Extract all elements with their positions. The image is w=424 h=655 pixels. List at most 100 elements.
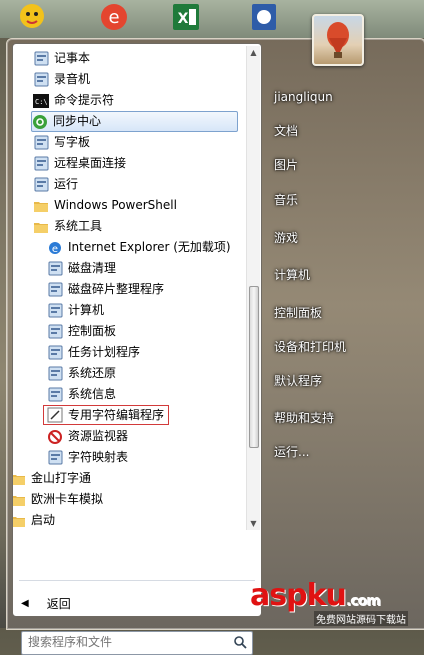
divider xyxy=(19,580,255,581)
program-item[interactable]: e Internet Explorer (无加载项) xyxy=(47,237,231,258)
svg-text:C:\: C:\ xyxy=(35,98,48,106)
right-menu-item[interactable]: 文档 xyxy=(274,121,298,141)
program-item[interactable]: 欧洲卡车模拟 xyxy=(13,489,103,510)
ie-icon: e xyxy=(47,240,63,256)
svg-text:X: X xyxy=(178,11,189,27)
svg-text:e: e xyxy=(52,244,58,255)
program-item-label: 命令提示符 xyxy=(54,93,115,107)
right-menu-item[interactable]: 音乐 xyxy=(274,190,298,210)
program-item-label: 欧洲卡车模拟 xyxy=(31,492,104,506)
folder-icon xyxy=(13,492,26,508)
cmd-icon: C:\ xyxy=(33,93,49,109)
program-item-label: 专用字符编辑程序 xyxy=(68,407,165,422)
search-input[interactable] xyxy=(22,632,229,652)
program-item[interactable]: Windows PowerShell xyxy=(33,195,177,216)
disk-cleanup-icon xyxy=(47,261,63,277)
right-menu-item[interactable]: 默认程序 xyxy=(274,371,322,391)
right-menu-item[interactable]: 控制面板 xyxy=(274,303,322,323)
wordpad-icon xyxy=(33,135,49,151)
folder-icon xyxy=(13,513,26,529)
folder-icon xyxy=(33,219,49,235)
program-item-label: Windows PowerShell xyxy=(54,198,177,212)
qq-pet-icon[interactable] xyxy=(14,0,50,34)
program-item-label: 计算机 xyxy=(68,303,105,317)
program-item[interactable]: 磁盘清理 xyxy=(47,258,116,279)
program-item[interactable]: 系统信息 xyxy=(47,384,116,405)
program-item[interactable]: 运行 xyxy=(33,174,78,195)
folder-icon xyxy=(33,198,49,214)
program-item-label: 任务计划程序 xyxy=(68,345,141,359)
scroll-down-arrow-icon[interactable]: ▼ xyxy=(249,519,258,528)
program-item-label: 系统工具 xyxy=(54,219,103,233)
scroll-up-arrow-icon[interactable]: ▲ xyxy=(249,48,258,57)
program-item-label: 磁盘清理 xyxy=(68,261,117,275)
right-menu-item[interactable]: 图片 xyxy=(274,155,298,175)
char-editor-icon xyxy=(47,407,63,423)
user-avatar[interactable] xyxy=(312,14,364,66)
program-item-label: 远程桌面连接 xyxy=(54,156,127,170)
program-item[interactable]: C:\ 命令提示符 xyxy=(33,90,114,111)
defrag-icon xyxy=(47,282,63,298)
program-item-label: 写字板 xyxy=(54,135,91,149)
program-item[interactable]: 磁盘碎片整理程序 xyxy=(47,279,164,300)
right-menu-item[interactable]: jiangliqun xyxy=(274,87,333,107)
program-item[interactable]: 系统工具 xyxy=(33,216,102,237)
app-desktop-icon[interactable] xyxy=(246,0,282,34)
program-item-label: 系统还原 xyxy=(68,366,117,380)
right-menu-item[interactable]: 计算机 xyxy=(274,265,310,285)
program-item-label: 录音机 xyxy=(54,72,91,86)
right-menu-item[interactable]: 设备和打印机 xyxy=(274,337,346,357)
right-menu-item[interactable]: 帮助和支持 xyxy=(274,408,334,428)
programs-pane: 记事本录音机 C:\ 命令提示符同步中心写字板远程桌面连接 运行 Windows Pow… xyxy=(12,43,262,655)
program-item-label: 启动 xyxy=(31,513,56,527)
right-menu-item[interactable]: 运行... xyxy=(274,442,309,462)
program-item[interactable]: 字符映射表 xyxy=(47,447,128,468)
svg-text:e: e xyxy=(108,7,119,28)
program-item-label: 磁盘碎片整理程序 xyxy=(68,282,165,296)
resource-monitor-icon xyxy=(47,429,63,445)
back-button[interactable]: ◀ 返回 xyxy=(21,593,71,613)
microphone-icon xyxy=(33,72,49,88)
program-item[interactable]: 任务计划程序 xyxy=(47,342,140,363)
program-item[interactable]: 记事本 xyxy=(33,48,90,69)
program-item-label: 控制面板 xyxy=(68,324,117,338)
program-item-label: 同步中心 xyxy=(53,114,102,128)
ie-desktop-icon[interactable]: e xyxy=(96,0,132,34)
program-item[interactable]: 系统还原 xyxy=(47,363,116,384)
search-box[interactable] xyxy=(21,631,253,655)
remote-desktop-icon xyxy=(33,156,49,172)
program-item-label: 字符映射表 xyxy=(68,450,129,464)
program-item-label: 记事本 xyxy=(54,51,91,65)
program-item-label: 运行 xyxy=(54,177,79,191)
search-icon[interactable] xyxy=(233,635,247,649)
back-label: 返回 xyxy=(46,596,71,611)
program-item[interactable]: 控制面板 xyxy=(47,321,116,342)
program-list-scrollbar[interactable]: ▲ ▼ xyxy=(246,46,260,530)
program-item[interactable]: 写字板 xyxy=(33,132,90,153)
program-item[interactable]: 专用字符编辑程序 xyxy=(43,405,170,425)
program-item-label: 系统信息 xyxy=(68,387,117,401)
run-icon xyxy=(33,177,49,193)
program-item[interactable]: 同步中心 xyxy=(31,111,238,132)
right-menu-item[interactable]: 游戏 xyxy=(274,228,298,248)
program-list: 记事本录音机 C:\ 命令提示符同步中心写字板远程桌面连接 运行 Windows Pow… xyxy=(13,44,244,532)
watermark-logo: aspku.com xyxy=(250,578,381,613)
excel-desktop-icon[interactable]: X xyxy=(168,0,204,34)
program-item[interactable]: 录音机 xyxy=(33,69,90,90)
system-info-icon xyxy=(47,387,63,403)
computer-icon xyxy=(47,303,63,319)
program-item[interactable]: 资源监视器 xyxy=(47,426,128,447)
program-item[interactable]: 远程桌面连接 xyxy=(33,153,126,174)
sync-center-icon xyxy=(32,114,48,130)
folder-icon xyxy=(13,471,26,487)
system-restore-icon xyxy=(47,366,63,382)
program-item[interactable]: 金山打字通 xyxy=(13,468,91,489)
program-item-label: 资源监视器 xyxy=(68,429,129,443)
program-item[interactable]: 启动 xyxy=(13,510,55,531)
program-item-label: 金山打字通 xyxy=(31,471,92,485)
scrollbar-thumb[interactable] xyxy=(249,286,259,448)
back-arrow-icon: ◀ xyxy=(21,597,29,609)
charmap-icon xyxy=(47,450,63,466)
watermark-tagline: 免费网站源码下载站 xyxy=(314,611,408,626)
program-item[interactable]: 计算机 xyxy=(47,300,104,321)
